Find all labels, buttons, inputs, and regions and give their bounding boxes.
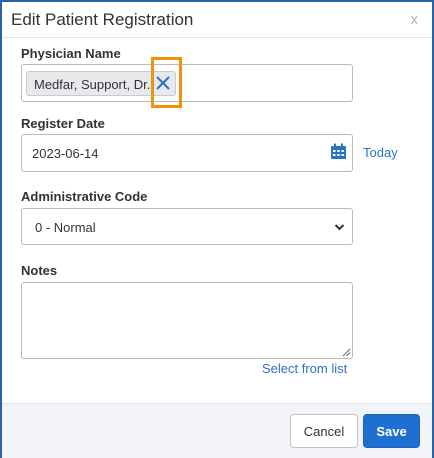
dialog-title: Edit Patient Registration [11,10,194,29]
chevron-down-icon [334,224,345,231]
physician-name-input[interactable]: Medfar, Support, Dr. [21,64,353,102]
calendar-icon[interactable] [330,143,347,160]
physician-chip: Medfar, Support, Dr. [26,71,176,96]
administrative-code-value: 0 - Normal [35,220,96,235]
select-from-list-link[interactable]: Select from list [262,361,347,376]
dialog-header: Edit Patient Registration x [2,2,432,38]
administrative-code-label: Administrative Code [21,189,148,204]
resize-grip-icon[interactable] [342,348,351,357]
dialog-footer: Cancel Save [2,403,432,458]
notes-label: Notes [21,263,58,278]
save-button[interactable]: Save [363,414,420,448]
close-icon[interactable]: x [411,12,419,27]
notes-textarea[interactable] [21,282,353,359]
today-link[interactable]: Today [363,145,398,160]
register-date-label: Register Date [21,116,105,131]
physician-name-label: Physician Name [21,46,121,61]
administrative-code-select[interactable]: 0 - Normal [21,208,353,245]
remove-chip-icon [156,76,170,90]
edit-patient-registration-dialog: Edit Patient Registration x Physician Na… [0,0,434,458]
register-date-value: 2023-06-14 [32,146,99,161]
cancel-button[interactable]: Cancel [290,414,358,448]
remove-chip-button[interactable] [151,72,175,95]
physician-chip-label: Medfar, Support, Dr. [34,77,151,92]
register-date-input[interactable]: 2023-06-14 [21,134,353,172]
